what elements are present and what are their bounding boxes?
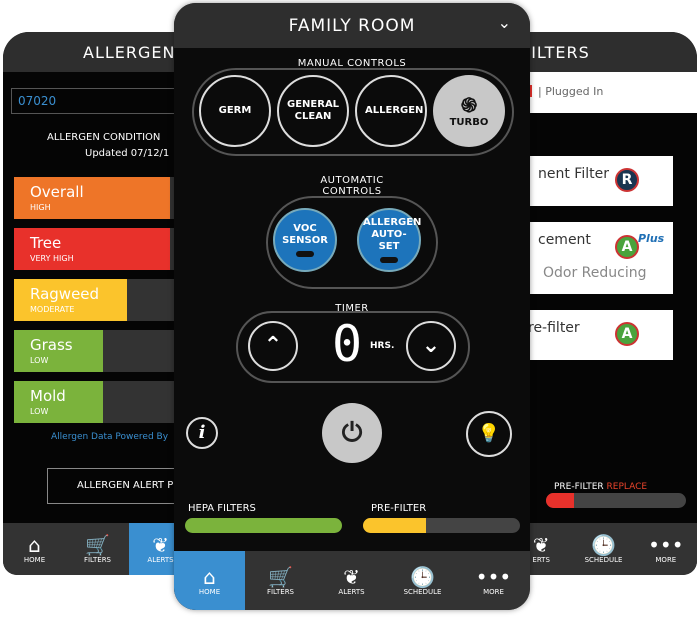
plus-label: Plus (638, 232, 665, 245)
screen-title: ALLERGEN (83, 42, 176, 62)
auto-label: VOC SENSOR (282, 223, 328, 246)
auto-label: ALLERGEN AUTO-SET (363, 217, 422, 252)
clock-icon: 🕒 (410, 564, 435, 589)
prefilter-label: PRE-FILTER (371, 503, 427, 514)
mode-allergen-button[interactable]: ALLERGEN (355, 75, 427, 147)
nav-home[interactable]: ⌂ HOME (3, 523, 66, 575)
allergen-level: HIGH (30, 203, 51, 212)
mode-germ-button[interactable]: GERM (199, 75, 271, 147)
filter-badge-a: A (615, 322, 639, 346)
nav-label: HOME (23, 556, 46, 564)
filter-badge-a: A (615, 235, 639, 259)
filter-title: re-filter (528, 320, 580, 336)
automatic-controls-label: AUTOMATIC CONTROLS (320, 175, 384, 197)
leaf-icon: ❦ (152, 533, 169, 557)
more-icon: ••• (648, 533, 684, 557)
nav-label: SCHEDULE (584, 556, 623, 564)
filter-card[interactable]: nent Filter R (520, 156, 673, 206)
allergen-name: Mold (30, 387, 66, 405)
filter-badge-r: R (615, 168, 639, 192)
home-screen: FAMILY ROOM ⌄ MANUAL CONTROLS GERM GENERAL… (174, 3, 530, 610)
screen-title: FILTERS (521, 42, 590, 62)
filter-card[interactable]: re-filter A (520, 310, 673, 360)
prefilter-bar (546, 493, 686, 508)
cart-icon: 🛒 (268, 564, 293, 589)
allergen-level: LOW (30, 407, 49, 416)
timer-unit: HRS. (370, 341, 395, 351)
power-status: | Plugged In (538, 85, 604, 98)
conditions-title: ALLERGEN CONDITION (47, 132, 161, 143)
nav-home[interactable]: ⌂ HOME (174, 551, 245, 610)
nav-label: ALERTS (338, 587, 365, 596)
timer-value: 0 (332, 315, 363, 373)
nav-label: FILTERS (83, 556, 112, 564)
mode-general-clean-button[interactable]: GENERAL CLEAN (277, 75, 349, 147)
allergen-level: MODERATE (30, 305, 75, 314)
allergen-screen: ALLERGEN 07020 ALLERGEN CONDITION Update… (3, 32, 203, 575)
chevron-down-icon[interactable]: ⌄ (498, 13, 512, 32)
mode-turbo-button[interactable]: ֍ TURBO (433, 75, 505, 147)
turbo-logo-icon: ֍ (460, 93, 478, 117)
nav-leaf[interactable]: ❦ ALERTS (316, 551, 387, 610)
filters-screen: FILTERS | Plugged In nent Filter R cement… (510, 32, 697, 575)
nav-label: HOME (198, 587, 221, 596)
power-button[interactable]: ⏻ (322, 403, 382, 463)
allergen-name: Tree (30, 234, 62, 252)
clock-icon: 🕒 (591, 533, 616, 557)
more-icon: ••• (475, 564, 512, 589)
header: ALLERGEN (3, 32, 203, 72)
bottom-nav: ⌂ HOME 🛒 FILTERS ❦ ALERTS 🕒 SCHEDULE ••• MORE (174, 551, 530, 610)
info-icon[interactable]: i (186, 417, 218, 449)
nav-label: ERTS (532, 556, 550, 564)
bottom-nav: ❦ ERTS 🕒 SCHEDULE ••• MORE (510, 523, 697, 575)
nav-label: SCHEDULE (403, 587, 442, 596)
cart-icon: 🛒 (85, 533, 110, 557)
mode-label: ALLERGEN (365, 105, 424, 116)
hepa-label: HEPA FILTERS (188, 503, 256, 514)
nav-clock[interactable]: 🕒 SCHEDULE (572, 523, 634, 575)
indicator-light (380, 257, 398, 263)
filter-subtitle: Odor Reducing (543, 265, 647, 281)
home-icon: ⌂ (203, 564, 216, 589)
allergen-level: VERY HIGH (30, 254, 74, 263)
filter-title: nent Filter (538, 166, 609, 182)
mode-label: GENERAL CLEAN (287, 99, 340, 122)
prefilter-status: REPLACE (606, 482, 648, 492)
prefilter-label: PRE-FILTER (554, 482, 604, 492)
nav-cart[interactable]: 🛒 FILTERS (66, 523, 129, 575)
auto-voc-sensor-button[interactable]: VOC SENSOR (273, 208, 337, 272)
allergen-name: Overall (30, 183, 84, 201)
leaf-icon: ❦ (343, 564, 360, 589)
hepa-bar (185, 518, 342, 533)
nav-label: ALERTS (147, 556, 174, 564)
allergen-name: Grass (30, 336, 73, 354)
nav-label: FILTERS (266, 587, 295, 596)
timer-down-button[interactable]: ⌄ (406, 321, 456, 371)
light-bulb-icon[interactable]: 💡 (466, 411, 512, 457)
nav-label: MORE (483, 587, 504, 596)
leaf-icon: ❦ (532, 533, 550, 557)
auto-allergen-auto-set-button[interactable]: ALLERGEN AUTO-SET (357, 208, 421, 272)
allergen-name: Ragweed (30, 285, 100, 303)
header: FAMILY ROOM ⌄ (174, 3, 530, 48)
header: FILTERS (510, 32, 697, 72)
nav-label: MORE (655, 556, 677, 564)
mode-label: GERM (218, 105, 252, 116)
nav-cart[interactable]: 🛒 FILTERS (245, 551, 316, 610)
home-icon: ⌂ (28, 533, 41, 557)
filter-card[interactable]: cement Odor Reducing A Plus (520, 222, 673, 294)
nav-clock[interactable]: 🕒 SCHEDULE (387, 551, 458, 610)
bottom-nav: ⌂ HOME 🛒 FILTERS ❦ ALERTS (3, 523, 203, 575)
nav-more[interactable]: ••• MORE (458, 551, 529, 610)
room-title: FAMILY ROOM (288, 15, 416, 36)
powered-by: Allergen Data Powered By (51, 432, 169, 442)
allergen-level: LOW (30, 356, 49, 365)
mode-label: TURBO (449, 117, 489, 128)
nav-more[interactable]: ••• MORE (635, 523, 697, 575)
indicator-light (296, 251, 314, 257)
filter-title: cement (538, 232, 591, 248)
prefilter-bar (363, 518, 520, 533)
timer-up-button[interactable]: ⌃ (248, 321, 298, 371)
updated-text: Updated 07/12/1 (85, 148, 170, 159)
